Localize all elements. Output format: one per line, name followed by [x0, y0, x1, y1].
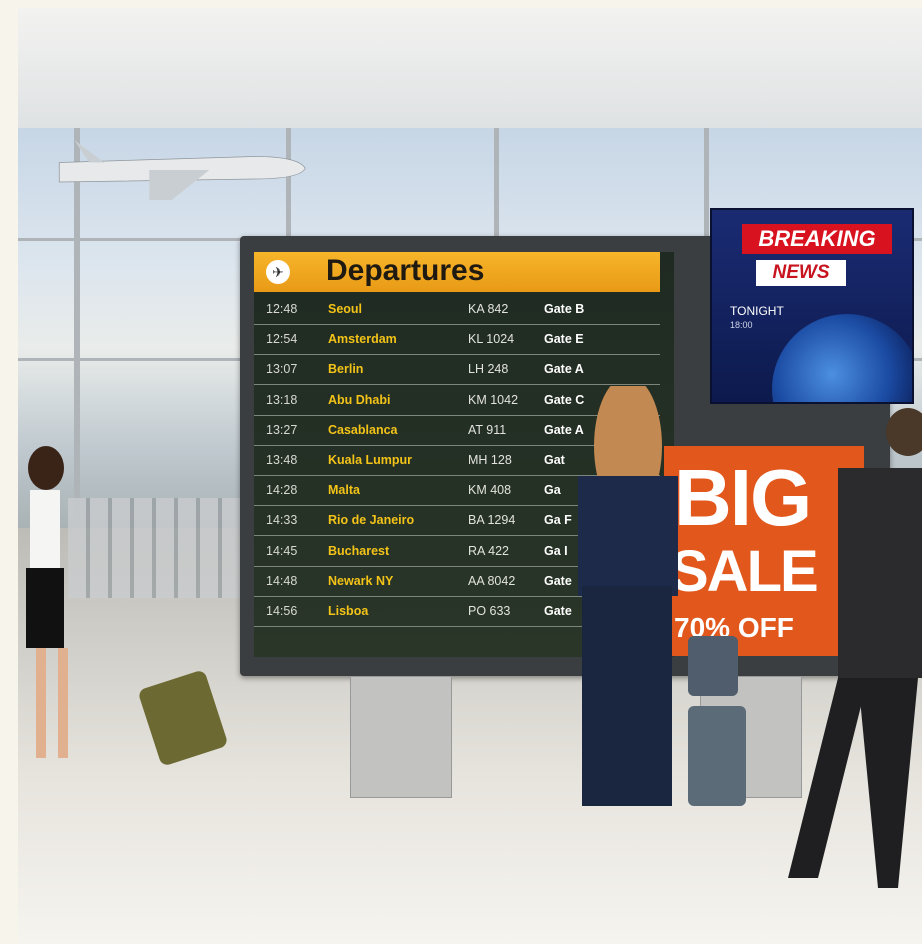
departure-city: Lisboa: [328, 604, 369, 618]
departure-time: 14:28: [266, 483, 298, 498]
breaking-news-screen: BREAKING NEWS TONIGHT 18:00: [710, 208, 914, 404]
departure-time: 14:33: [266, 513, 298, 528]
departure-city: Berlin: [328, 362, 364, 377]
departure-city: Newark NY: [328, 573, 394, 588]
departure-city: Rio de Janeiro: [328, 513, 415, 528]
departure-city: Malta: [328, 483, 360, 498]
departure-flight: MH 128: [468, 453, 512, 467]
departure-flight: LH 248: [468, 362, 509, 377]
departure-flight: KM 1042: [468, 392, 519, 407]
tonight-time: 18:00: [730, 320, 753, 330]
departure-flight: RA 422: [468, 543, 510, 558]
airplane-illustration: [58, 140, 306, 200]
departure-flight: AA 8042: [468, 573, 516, 588]
departure-time: 13:48: [266, 453, 298, 467]
departure-flight: KL 1024: [468, 332, 515, 347]
board-stand-left: [350, 676, 452, 798]
departure-city: Casablanca: [328, 422, 398, 437]
departure-time: 12:48: [266, 302, 298, 316]
departure-time: 14:56: [266, 604, 298, 618]
departure-row: 13:07 Berlin LH 248 Gate A: [254, 354, 660, 386]
departure-row: 12:48 Seoul KA 842 Gate B: [254, 294, 660, 325]
departure-flight: BA 1294: [468, 513, 516, 528]
departure-flight: KA 842: [468, 302, 509, 316]
news-label: NEWS: [756, 260, 846, 286]
breaking-label: BREAKING: [742, 224, 892, 254]
departure-gate: Gate B: [544, 302, 585, 316]
departure-city: Amsterdam: [328, 332, 397, 347]
airport-scene: ✈ Departures 12:48 Seoul KA 842 Gate B 12:54…: [18, 8, 922, 944]
departure-time: 13:18: [266, 392, 298, 407]
departures-header: ✈ Departures: [254, 252, 660, 292]
globe-icon: [772, 314, 912, 402]
terminal-ceiling: [18, 8, 922, 128]
departures-title: Departures: [326, 254, 485, 287]
departure-time: 14:48: [266, 573, 298, 588]
man-walking-right: [788, 408, 922, 888]
departure-flight: KM 408: [468, 483, 512, 498]
departure-city: Kuala Lumpur: [328, 453, 413, 467]
tonight-label: TONIGHT: [730, 304, 784, 318]
woman-standing-center: [578, 386, 746, 806]
departure-row: 12:54 Amsterdam KL 1024 Gate E: [254, 324, 660, 356]
departure-gate: Gate A: [544, 362, 584, 377]
departure-flight: AT 911: [468, 422, 507, 437]
departure-flight: PO 633: [468, 604, 511, 618]
departure-city: Bucharest: [328, 543, 390, 558]
departure-city: Abu Dhabi: [328, 392, 391, 407]
departure-city: Seoul: [328, 302, 363, 316]
departure-time: 13:27: [266, 422, 298, 437]
woman-with-suitcase-left: [26, 446, 227, 765]
departure-time: 12:54: [266, 332, 298, 347]
airplane-icon: ✈: [266, 260, 290, 284]
departure-gate: Gate E: [544, 332, 584, 347]
departure-time: 14:45: [266, 543, 298, 558]
departure-time: 13:07: [266, 362, 298, 377]
